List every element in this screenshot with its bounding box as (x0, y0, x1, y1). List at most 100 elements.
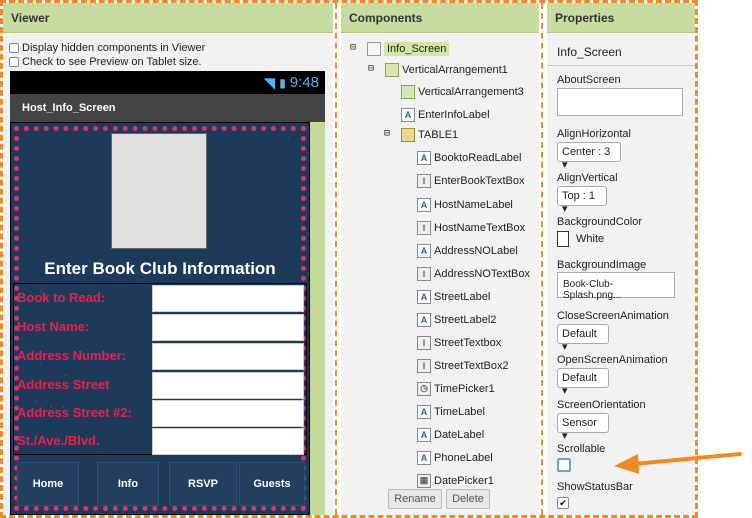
tree-item-streetlabel[interactable]: A StreetLabel (417, 288, 490, 305)
properties-header: Properties (547, 3, 695, 33)
tree-item-enterinfolabel[interactable]: A EnterInfoLabel (401, 106, 490, 123)
textbox-icon: I (417, 266, 431, 281)
address-street-label[interactable]: Address Street (17, 377, 109, 392)
textbox-icon: I (417, 220, 431, 235)
image-placeholder[interactable] (111, 133, 207, 249)
close-animation-label: CloseScreenAnimation (557, 310, 669, 322)
street-textbox2[interactable] (152, 400, 304, 427)
timepicker-icon: ◷ (417, 381, 431, 396)
textbox-icon: I (417, 173, 431, 188)
close-animation-dropdown[interactable]: Default ▾ (557, 324, 609, 353)
collapse-toggle[interactable]: ⊟ (350, 42, 356, 53)
label-icon: A (417, 404, 431, 419)
rsvp-button[interactable]: RSVP (169, 462, 237, 506)
tree-item-enterbooktextbox[interactable]: I EnterBookTextBox (417, 172, 525, 189)
collapse-toggle[interactable]: ⊟ (368, 63, 374, 74)
battery-icon: ▮ (279, 75, 286, 90)
tree-item-streettextbox2[interactable]: I StreetTextBox2 (417, 357, 509, 374)
tree-item-table1[interactable]: TABLE1 (401, 126, 458, 143)
checkbox-icon[interactable] (9, 43, 19, 53)
host-name-label[interactable]: Host Name: (17, 319, 89, 334)
guests-button[interactable]: Guests (239, 462, 305, 506)
components-header: Components (341, 3, 539, 33)
table-row: Host Name: (14, 313, 306, 341)
tree-item-streetlabel2[interactable]: A StreetLabel2 (417, 311, 496, 328)
label-icon: A (417, 312, 431, 327)
book-to-read-label[interactable]: Book to Read: (17, 290, 105, 305)
tree-item-addressnotextbox[interactable]: I AddressNOTextBox (417, 265, 530, 282)
tree-item-phonelabel[interactable]: A PhoneLabel (417, 449, 493, 466)
screen-title-bar: Host_Info_Screen (10, 94, 325, 122)
st-ave-blvd-label[interactable]: St./Ave./Blvd. (17, 433, 100, 448)
table1[interactable]: Book to Read: Host Name: Address Number:… (13, 283, 307, 455)
enter-info-label[interactable]: Enter Book Club Information (15, 259, 305, 279)
host-name-textbox[interactable] (152, 314, 304, 341)
open-animation-dropdown[interactable]: Default ▾ (557, 368, 609, 397)
align-horizontal-dropdown[interactable]: Center : 3 ▾ (557, 142, 621, 171)
nav-button-bar: Home Info RSVP Guests (13, 459, 307, 509)
background-image-label: BackgroundImage (557, 259, 647, 271)
tablet-preview-checkbox[interactable]: Check to see Preview on Tablet size. (9, 55, 333, 69)
hidden-components-checkbox[interactable]: Display hidden components in Viewer (9, 41, 333, 55)
viewer-panel: Viewer Display hidden components in View… (3, 3, 333, 515)
label-icon: A (401, 107, 415, 122)
scrollable-checkbox[interactable] (557, 458, 571, 472)
about-screen-label: AboutScreen (557, 74, 621, 86)
tree-item-hostnametextbox[interactable]: I HostNameTextBox (417, 219, 525, 236)
panel-divider (335, 3, 337, 515)
textbox-icon: I (417, 335, 431, 350)
tree-item-info-screen[interactable]: Info_Screen (367, 40, 450, 57)
address-street2-label[interactable]: Address Street #2: (17, 405, 132, 420)
checkbox-icon[interactable] (9, 57, 19, 67)
background-color-value[interactable]: White (576, 233, 604, 245)
table-icon (401, 127, 415, 142)
book-textbox[interactable] (152, 285, 304, 312)
tree-item-hostnamelabel[interactable]: A HostNameLabel (417, 196, 513, 213)
background-color-label: BackgroundColor (557, 216, 642, 228)
phone-preview: ◥ ▮ 9:48 Host_Info_Screen Enter Book Clu… (10, 71, 325, 515)
tree-item-verticalarrangement1[interactable]: VerticalArrangement1 (385, 61, 508, 78)
screen-orientation-label: ScreenOrientation (557, 399, 646, 411)
properties-panel: Properties Info_Screen AboutScreen Align… (547, 3, 695, 515)
address-number-label[interactable]: Address Number: (17, 348, 126, 363)
table-row: Address Street #2: (14, 399, 306, 427)
label-icon: A (417, 427, 431, 442)
tree-item-datepicker1[interactable]: ▦ DatePicker1 (417, 472, 494, 489)
background-image-field[interactable]: Book-Club-Splash.png... (557, 272, 675, 301)
phone-status-bar: ◥ ▮ 9:48 (10, 71, 325, 94)
show-status-bar-checkbox[interactable]: ✔ (557, 497, 569, 509)
delete-button[interactable]: Delete (446, 489, 490, 509)
rename-button[interactable]: Rename (388, 489, 442, 509)
tree-item-datelabel[interactable]: A DateLabel (417, 426, 484, 443)
collapse-toggle[interactable]: ⊟ (384, 128, 390, 139)
label-icon: A (417, 450, 431, 465)
screen-orientation-dropdown[interactable]: Sensor ▾ (557, 413, 609, 442)
tree-item-verticalarrangement3[interactable]: VerticalArrangement3 (401, 83, 524, 100)
tree-item-booktoreadlabel[interactable]: A BooktoReadLabel (417, 149, 521, 166)
label-icon: A (417, 289, 431, 304)
datepicker-icon: ▦ (417, 473, 431, 488)
align-vertical-label: AlignVertical (557, 172, 618, 184)
panel-divider (541, 3, 543, 515)
arrangement-icon (401, 84, 415, 99)
about-screen-textarea[interactable] (557, 88, 683, 116)
components-panel: Components ⊟ Info_Screen ⊟ VerticalArran… (341, 3, 539, 515)
tree-item-timepicker1[interactable]: ◷ TimePicker1 (417, 380, 495, 397)
st-ave-blvd-textbox[interactable] (152, 428, 304, 455)
table-row: St./Ave./Blvd. (14, 427, 306, 455)
color-swatch[interactable] (557, 231, 569, 247)
street-textbox[interactable] (152, 372, 304, 399)
tree-item-streettextbox[interactable]: I StreetTextbox (417, 334, 501, 351)
tree-item-timelabel[interactable]: A TimeLabel (417, 403, 485, 420)
align-horizontal-label: AlignHorizontal (557, 128, 631, 140)
tree-item-addressnolabel[interactable]: A AddressNOLabel (417, 242, 518, 259)
divider (547, 65, 695, 66)
status-time: 9:48 (289, 74, 319, 91)
home-button[interactable]: Home (17, 462, 79, 506)
table-row: Address Number: (14, 342, 306, 370)
align-vertical-dropdown[interactable]: Top : 1 ▾ (557, 186, 607, 215)
info-button[interactable]: Info (97, 462, 159, 506)
table-row: Book to Read: (14, 284, 306, 312)
arrangement-icon (385, 62, 399, 77)
address-number-textbox[interactable] (152, 343, 304, 370)
